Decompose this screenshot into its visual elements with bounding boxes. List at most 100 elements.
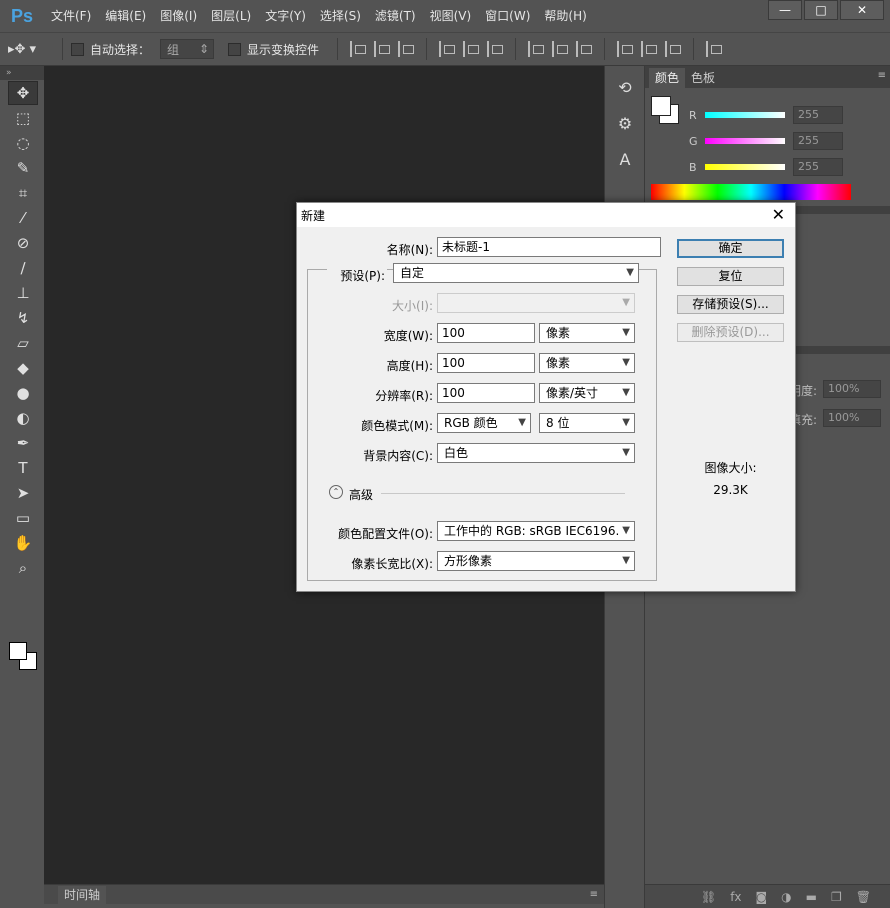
crop-tool-icon[interactable]: ⌗ <box>8 181 38 205</box>
ok-button[interactable]: 确定 <box>677 239 784 258</box>
distribute-vertical-center-icon[interactable] <box>552 41 569 57</box>
panel-menu-icon[interactable]: ≡ <box>590 889 598 900</box>
color-profile-dropdown[interactable]: 工作中的 RGB: sRGB IEC6196... ▼ <box>437 521 635 541</box>
menu-help[interactable]: 帮助(H) <box>537 0 593 32</box>
delete-preset-button[interactable]: 删除预设(D)... <box>677 323 784 342</box>
menu-select[interactable]: 选择(S) <box>313 0 368 32</box>
align-right-icon[interactable] <box>487 41 504 57</box>
link-layers-icon[interactable]: ⛓ <box>701 890 716 904</box>
name-input[interactable]: 未标题-1 <box>437 237 661 257</box>
bit-depth-dropdown[interactable]: 8 位 ▼ <box>539 413 635 433</box>
blue-value-input[interactable]: 255 <box>793 158 843 176</box>
dialog-close-icon[interactable]: ✕ <box>772 205 785 224</box>
clone-stamp-tool-icon[interactable]: ⊥ <box>8 281 38 305</box>
dodge-tool-icon[interactable]: ◐ <box>8 406 38 430</box>
auto-select-target-dropdown[interactable]: 组 ⇕ <box>160 39 215 59</box>
auto-select-option[interactable]: 自动选择： <box>71 41 150 58</box>
align-top-icon[interactable] <box>350 41 367 57</box>
fill-input[interactable]: 100% <box>823 409 881 427</box>
width-unit-dropdown[interactable]: 像素 ▼ <box>539 323 635 343</box>
green-value-input[interactable]: 255 <box>793 132 843 150</box>
align-bottom-icon[interactable] <box>398 41 415 57</box>
distribute-left-icon[interactable] <box>617 41 634 57</box>
close-window-button[interactable]: ✕ <box>840 0 884 20</box>
history-panel-icon[interactable]: ⟲ <box>610 72 640 102</box>
menu-image[interactable]: 图像(I) <box>153 0 204 32</box>
distribute-bottom-icon[interactable] <box>576 41 593 57</box>
panel-menu-icon[interactable]: ≡ <box>878 70 886 81</box>
path-selection-tool-icon[interactable]: ➤ <box>8 481 38 505</box>
quick-selection-tool-icon[interactable]: ✎ <box>8 156 38 180</box>
menu-edit[interactable]: 编辑(E) <box>98 0 153 32</box>
show-transform-option[interactable]: 显示变换控件 <box>228 41 319 58</box>
red-slider[interactable] <box>705 112 785 118</box>
align-horizontal-center-icon[interactable] <box>463 41 480 57</box>
distribute-right-icon[interactable] <box>665 41 682 57</box>
distribute-top-icon[interactable] <box>528 41 545 57</box>
history-brush-tool-icon[interactable]: ↯ <box>8 306 38 330</box>
width-input[interactable]: 100 <box>437 323 535 343</box>
timeline-tab[interactable]: 时间轴 <box>58 885 107 904</box>
new-group-icon[interactable]: ▬ <box>806 890 817 904</box>
move-tool-preset-icon[interactable]: ▸✥ ▾ <box>8 37 54 61</box>
eraser-tool-icon[interactable]: ▱ <box>8 331 38 355</box>
auto-select-checkbox[interactable] <box>71 42 84 56</box>
color-panel-foreground-swatch[interactable] <box>651 96 671 116</box>
opacity-input[interactable]: 100% <box>823 380 881 398</box>
maximize-button[interactable]: □ <box>804 0 838 20</box>
advanced-toggle-icon[interactable]: ⌃ <box>329 485 343 499</box>
menu-file[interactable]: 文件(F) <box>44 0 98 32</box>
color-mode-dropdown[interactable]: RGB 颜色 ▼ <box>437 413 531 433</box>
minimize-button[interactable]: — <box>768 0 802 20</box>
rectangle-tool-icon[interactable]: ▭ <box>8 506 38 530</box>
height-input[interactable]: 100 <box>437 353 535 373</box>
eyedropper-tool-icon[interactable]: ⁄ <box>8 206 38 230</box>
distribute-horizontal-center-icon[interactable] <box>641 41 658 57</box>
blur-tool-icon[interactable]: ● <box>8 381 38 405</box>
type-tool-icon[interactable]: T <box>8 456 38 480</box>
advanced-label[interactable]: 高级 <box>349 486 373 503</box>
chevron-down-icon: ▼ <box>622 357 630 368</box>
auto-align-layers-icon[interactable] <box>706 41 723 57</box>
hand-tool-icon[interactable]: ✋ <box>8 531 38 555</box>
blue-slider[interactable] <box>705 164 785 170</box>
green-slider[interactable] <box>705 138 785 144</box>
tools-panel-collapse-icon[interactable]: » <box>0 66 44 80</box>
foreground-color-swatch[interactable] <box>9 642 27 660</box>
align-left-icon[interactable] <box>439 41 456 57</box>
healing-brush-tool-icon[interactable]: ⊘ <box>8 231 38 255</box>
height-unit-dropdown[interactable]: 像素 ▼ <box>539 353 635 373</box>
resolution-unit-dropdown[interactable]: 像素/英寸 ▼ <box>539 383 635 403</box>
tab-color[interactable]: 颜色 <box>649 68 686 88</box>
menu-layer[interactable]: 图层(L) <box>204 0 258 32</box>
add-mask-icon[interactable]: ◙ <box>756 890 768 904</box>
tab-swatches[interactable]: 色板 <box>685 68 721 88</box>
resolution-input[interactable]: 100 <box>437 383 535 403</box>
delete-layer-icon[interactable]: 🗑 <box>856 890 871 904</box>
menu-filter[interactable]: 滤镜(T) <box>368 0 423 32</box>
save-preset-button[interactable]: 存储预设(S)... <box>677 295 784 314</box>
layer-style-icon[interactable]: fx <box>730 890 741 904</box>
reset-button[interactable]: 复位 <box>677 267 784 286</box>
pixel-aspect-dropdown[interactable]: 方形像素 ▼ <box>437 551 635 571</box>
color-spectrum-ramp[interactable] <box>651 184 851 200</box>
properties-panel-icon[interactable]: ⚙ <box>610 108 640 138</box>
brush-tool-icon[interactable]: ∕ <box>8 256 38 280</box>
rectangular-marquee-tool-icon[interactable]: ⬚ <box>8 106 38 130</box>
preset-dropdown[interactable]: 自定 ▼ <box>393 263 639 283</box>
lasso-tool-icon[interactable]: ◌ <box>8 131 38 155</box>
background-contents-dropdown[interactable]: 白色 ▼ <box>437 443 635 463</box>
menu-type[interactable]: 文字(Y) <box>258 0 313 32</box>
new-layer-icon[interactable]: ❐ <box>831 890 842 904</box>
menu-view[interactable]: 视图(V) <box>423 0 479 32</box>
zoom-tool-icon[interactable]: ⌕ <box>8 556 38 580</box>
align-vertical-center-icon[interactable] <box>374 41 391 57</box>
show-transform-checkbox[interactable] <box>228 42 242 56</box>
red-value-input[interactable]: 255 <box>793 106 843 124</box>
pen-tool-icon[interactable]: ✒ <box>8 431 38 455</box>
menu-window[interactable]: 窗口(W) <box>478 0 537 32</box>
character-panel-icon[interactable]: A <box>610 144 640 174</box>
adjustment-layer-icon[interactable]: ◑ <box>781 890 791 904</box>
paint-bucket-tool-icon[interactable]: ◆ <box>8 356 38 380</box>
move-tool-icon[interactable]: ✥ <box>8 81 38 105</box>
